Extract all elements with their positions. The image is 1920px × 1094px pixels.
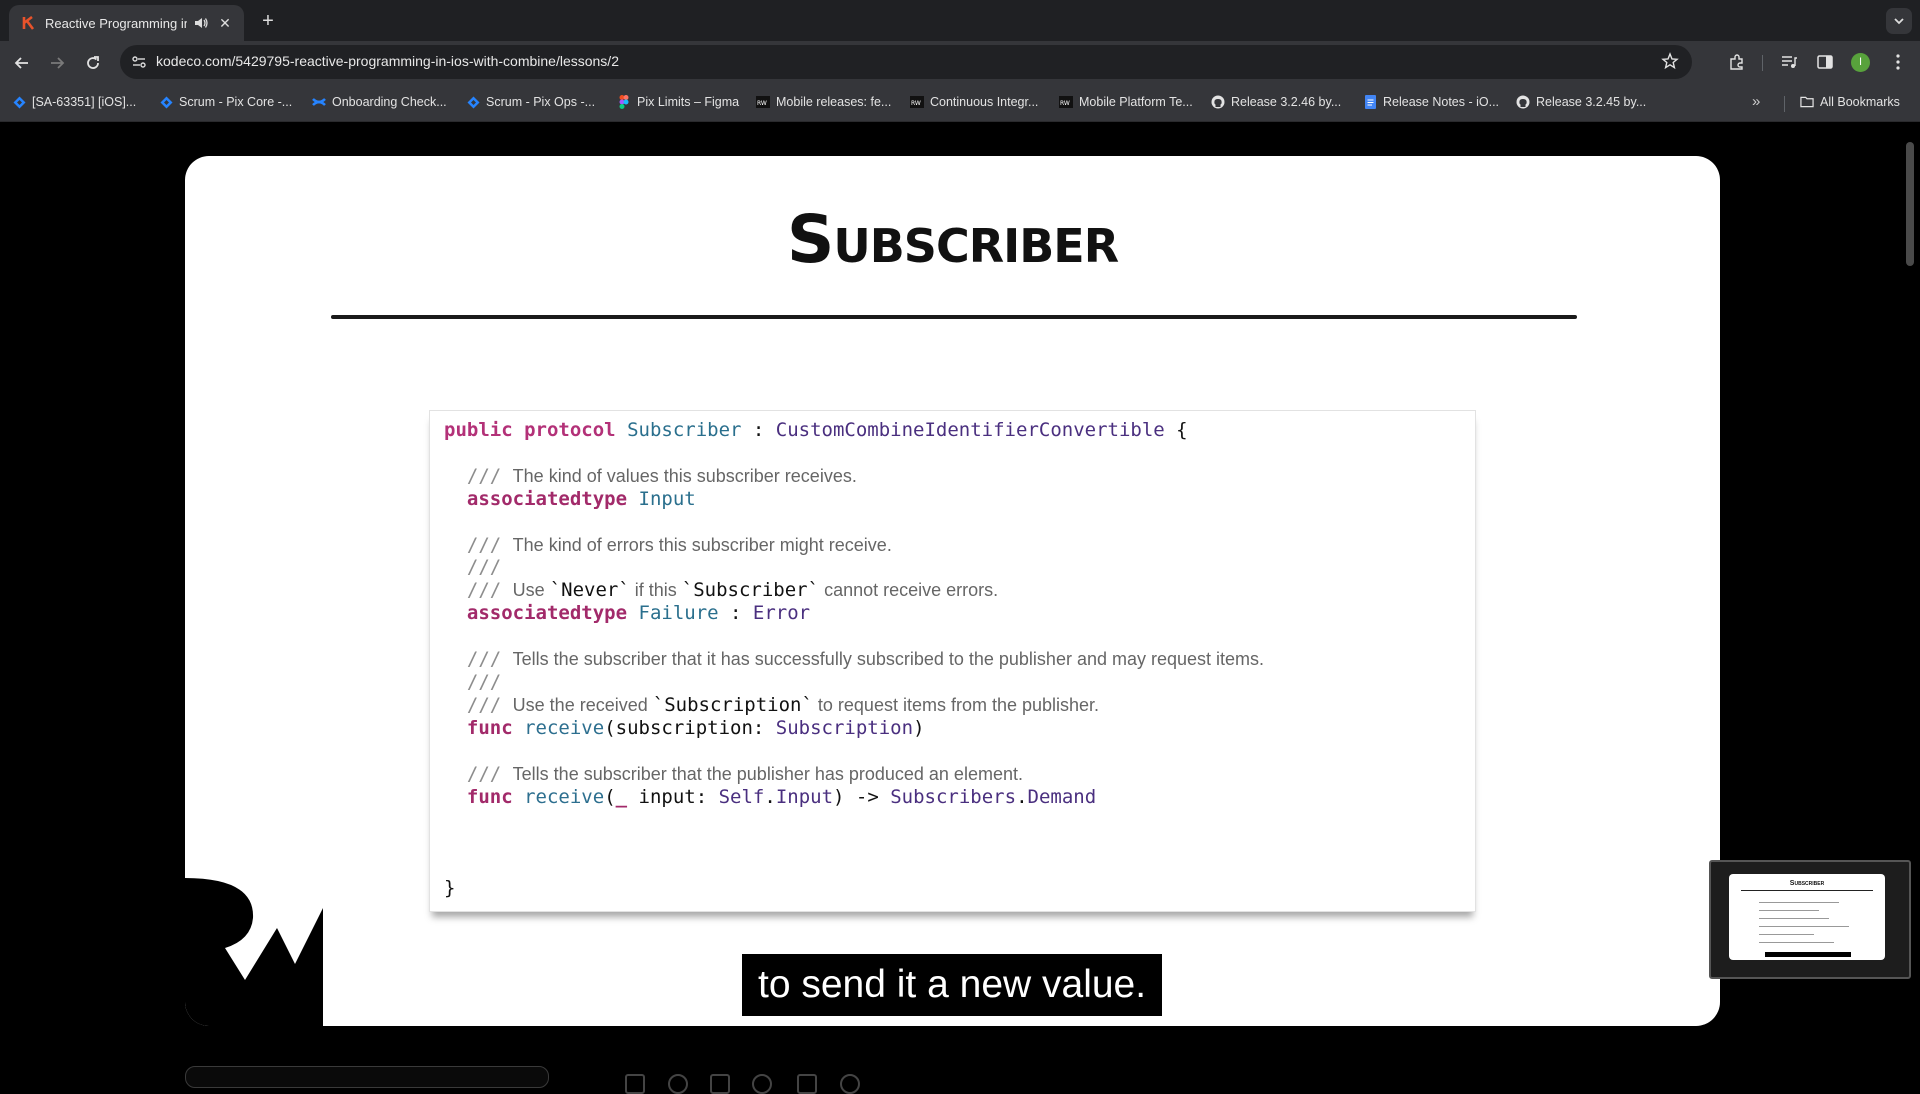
new-tab-button[interactable]: +: [256, 10, 280, 34]
tab-active[interactable]: Reactive Programming in iOS with Combine…: [9, 5, 244, 41]
bookmarks-bar: [SA-63351] [iOS]... Scrum - Pix Core -..…: [0, 84, 1920, 122]
chevron-down-icon: [1894, 18, 1904, 25]
fullscreen-icon[interactable]: [797, 1074, 817, 1094]
code-text: public protocol Subscriber : CustomCombi…: [444, 419, 1265, 900]
jira-icon: [466, 95, 480, 109]
video-slide[interactable]: Subscriber public protocol Subscriber : …: [185, 156, 1720, 1026]
help-icon[interactable]: [840, 1074, 860, 1094]
picture-in-picture-window[interactable]: Subscriber: [1709, 860, 1911, 979]
back-button[interactable]: [9, 50, 35, 76]
svg-text:RW: RW: [1060, 100, 1070, 107]
kebab-menu-icon: [1896, 54, 1900, 70]
playlist-icon: [1782, 56, 1797, 68]
github-icon: [1516, 95, 1530, 109]
bookmarks-overflow-chevron-icon[interactable]: »: [1752, 93, 1760, 110]
bookmark-item[interactable]: RW Continuous Integr...: [910, 95, 1038, 109]
side-panel-icon: [1817, 55, 1833, 69]
svg-text:RW: RW: [911, 100, 921, 107]
pip-slide-thumbnail: Subscriber: [1729, 874, 1885, 960]
pip-code-line: [1759, 918, 1829, 919]
bookmark-item[interactable]: [SA-63351] [iOS]...: [12, 95, 136, 109]
bookmark-item[interactable]: Onboarding Check...: [312, 95, 447, 109]
profile-avatar[interactable]: I: [1851, 53, 1870, 72]
media-controls-button[interactable]: [1778, 51, 1800, 73]
raywenderlich-logo-icon: [185, 878, 323, 1026]
arrow-left-icon: [14, 57, 28, 69]
rw-icon: RW: [1059, 95, 1073, 109]
all-bookmarks-button[interactable]: All Bookmarks: [1800, 95, 1900, 109]
pip-slide-title: Subscriber: [1789, 880, 1825, 887]
svg-text:RW: RW: [757, 100, 767, 107]
code-block: public protocol Subscriber : CustomCombi…: [429, 410, 1476, 912]
video-controls-bar[interactable]: [185, 1066, 549, 1088]
pip-code-line: [1759, 942, 1834, 943]
forward-button[interactable]: [44, 50, 70, 76]
bookmark-item[interactable]: Scrum - Pix Core -...: [159, 95, 292, 109]
tab-strip: Reactive Programming in iOS with Combine…: [0, 0, 1920, 41]
reload-button[interactable]: [80, 50, 106, 76]
pip-code-line: [1759, 926, 1849, 927]
video-caption: to send it a new value.: [742, 954, 1163, 1016]
browser-toolbar: kodeco.com/5429795-reactive-programming-…: [0, 41, 1920, 84]
tab-title: Reactive Programming in iOS with Combine: [45, 15, 187, 31]
bookmarks-divider: [1784, 96, 1785, 112]
docs-icon: [1363, 95, 1377, 109]
github-icon: [1211, 95, 1225, 109]
pip-caption: [1765, 952, 1851, 957]
url-text: kodeco.com/5429795-reactive-programming-…: [156, 53, 619, 69]
jira-icon: [12, 95, 26, 109]
side-panel-button[interactable]: [1814, 51, 1836, 73]
address-bar[interactable]: kodeco.com/5429795-reactive-programming-…: [120, 45, 1692, 79]
page-scrollbar[interactable]: [1906, 142, 1914, 266]
bookmark-star-icon[interactable]: [1660, 51, 1680, 71]
pip-code-line: [1759, 910, 1819, 911]
rw-icon: RW: [756, 95, 770, 109]
pip-code-line: [1759, 934, 1814, 935]
toolbar-divider: [1762, 55, 1763, 71]
bookmark-item[interactable]: Release Notes - iO...: [1363, 95, 1499, 109]
figma-icon: [617, 95, 631, 109]
slide-title: Subscriber: [786, 201, 1119, 278]
arrow-right-icon: [51, 57, 65, 69]
pip-title-underline: [1741, 890, 1873, 891]
confluence-icon: [312, 95, 326, 109]
extensions-button[interactable]: [1726, 51, 1748, 73]
puzzle-icon: [1730, 54, 1743, 70]
title-underline: [331, 315, 1577, 319]
site-settings-icon[interactable]: [130, 53, 148, 71]
pip-code-line: [1759, 902, 1839, 903]
settings-icon[interactable]: [752, 1074, 772, 1094]
speaker-icon[interactable]: [193, 15, 209, 31]
bookmark-item[interactable]: Release 3.2.46 by...: [1211, 95, 1341, 109]
tab-search-button[interactable]: [1886, 8, 1912, 34]
bookmark-item[interactable]: RW Mobile releases: fe...: [756, 95, 891, 109]
browser-menu-button[interactable]: [1887, 51, 1909, 73]
transcript-icon[interactable]: [625, 1074, 645, 1094]
captions-icon[interactable]: [710, 1074, 730, 1094]
tab-close-icon[interactable]: ✕: [217, 15, 233, 32]
jira-icon: [159, 95, 173, 109]
kodeco-favicon-icon: [21, 15, 37, 31]
reload-icon: [87, 56, 99, 69]
bookmark-item[interactable]: Scrum - Pix Ops -...: [466, 95, 595, 109]
bookmark-item[interactable]: Release 3.2.45 by...: [1516, 95, 1646, 109]
bookmark-item[interactable]: RW Mobile Platform Te...: [1059, 95, 1193, 109]
speed-icon[interactable]: [668, 1074, 688, 1094]
bookmark-item[interactable]: Pix Limits – Figma: [617, 95, 739, 109]
rw-icon: RW: [910, 95, 924, 109]
folder-icon: [1800, 95, 1814, 109]
